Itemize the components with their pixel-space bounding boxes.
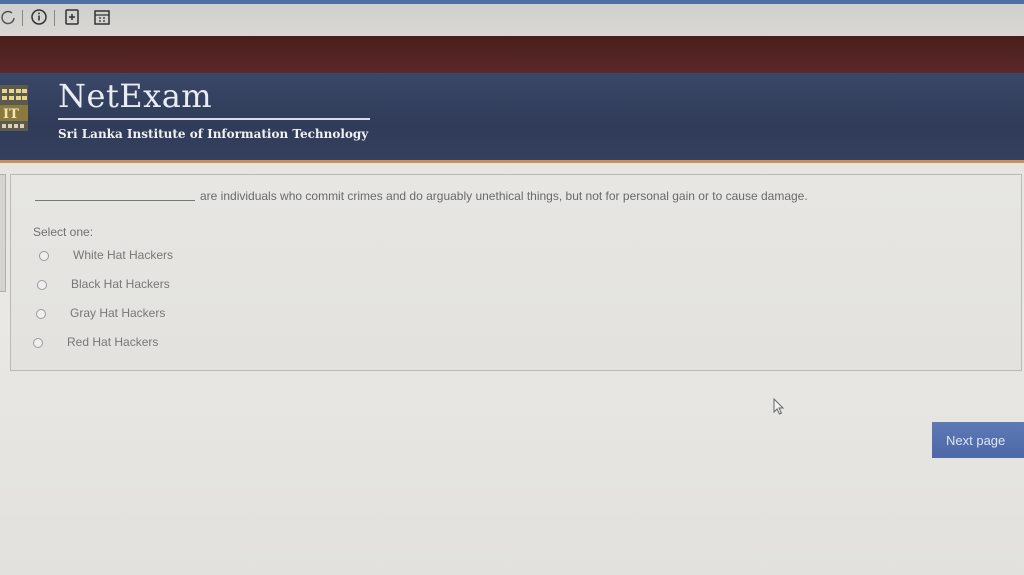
option-label[interactable]: Red Hat Hackers: [67, 335, 158, 349]
reload-icon[interactable]: [0, 8, 18, 26]
browser-toolbar: [0, 0, 1024, 36]
institution-name: Sri Lanka Institute of Information Techn…: [58, 127, 369, 141]
sliit-logo: IT: [0, 81, 28, 141]
top-band: [0, 36, 1024, 73]
calendar-icon[interactable]: [93, 8, 111, 26]
radio-button[interactable]: [37, 280, 47, 290]
option-label[interactable]: Gray Hat Hackers: [70, 306, 165, 320]
radio-button[interactable]: [36, 309, 46, 319]
option-gray-hat[interactable]: Gray Hat Hackers: [36, 306, 236, 324]
title-underline: [58, 118, 370, 120]
exam-page: IT NetExam Sri Lanka Institute of Inform…: [0, 0, 1024, 575]
option-label[interactable]: White Hat Hackers: [73, 248, 173, 262]
toolbar-divider: [54, 10, 55, 26]
question-text: are individuals who commit crimes and do…: [200, 189, 808, 203]
option-black-hat[interactable]: Black Hat Hackers: [37, 277, 237, 295]
question-side-tab: [0, 174, 6, 292]
mouse-cursor-icon: [773, 397, 785, 421]
radio-button[interactable]: [39, 251, 49, 261]
site-title: NetExam: [58, 77, 213, 115]
info-icon[interactable]: [30, 8, 48, 26]
option-white-hat[interactable]: White Hat Hackers: [39, 248, 239, 266]
option-red-hat[interactable]: Red Hat Hackers: [33, 335, 233, 353]
radio-button[interactable]: [33, 338, 43, 348]
add-page-icon[interactable]: [63, 8, 81, 26]
toolbar-divider: [22, 10, 23, 26]
fill-in-blank: [35, 200, 195, 201]
svg-text:IT: IT: [3, 107, 19, 122]
site-header: IT NetExam Sri Lanka Institute of Inform…: [0, 73, 1024, 163]
next-page-button[interactable]: Next page: [932, 422, 1024, 458]
question-card: are individuals who commit crimes and do…: [10, 174, 1022, 371]
option-label[interactable]: Black Hat Hackers: [71, 277, 170, 291]
select-one-label: Select one:: [33, 225, 94, 239]
